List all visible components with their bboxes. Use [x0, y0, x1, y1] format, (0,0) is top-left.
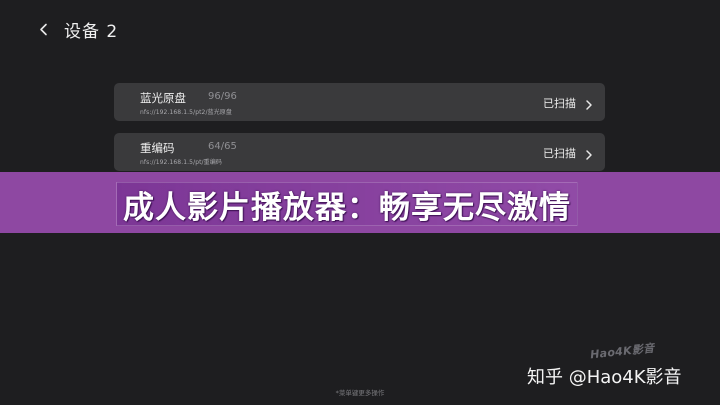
source-item-bluray[interactable]: 蓝光原盘 96/96 nfs://192.168.1.5/pt2/蓝光原盘 已扫… [114, 83, 605, 121]
chevron-left-icon[interactable] [36, 22, 50, 36]
chevron-right-icon [584, 96, 594, 110]
scan-status: 已扫描 [543, 97, 576, 110]
footer-hint: *菜单键更多操作 [335, 389, 385, 397]
source-count: 96/96 [208, 91, 237, 102]
scan-status: 已扫描 [543, 147, 576, 160]
source-count: 64/65 [208, 141, 237, 152]
source-item-reencode[interactable]: 重编码 64/65 nfs://192.168.1.5/pt/重编码 已扫描 [114, 133, 605, 171]
source-path: nfs://192.168.1.5/pt2/蓝光原盘 [140, 109, 232, 116]
watermark-logo: Hao4K影音 [589, 341, 656, 362]
source-name: 重编码 [140, 141, 175, 155]
source-name: 蓝光原盘 [140, 91, 186, 105]
screen: 设备 2 蓝光原盘 96/96 nfs://192.168.1.5/pt2/蓝光… [0, 0, 720, 405]
page-title: 设备 2 [64, 21, 119, 42]
watermark-credit: 知乎 @Hao4K影音 [527, 367, 682, 388]
header: 设备 2 [36, 16, 118, 42]
promo-banner-text: 成人影片播放器：畅享无尽激情 [116, 182, 578, 226]
source-path: nfs://192.168.1.5/pt/重编码 [140, 159, 222, 166]
chevron-right-icon [584, 146, 594, 160]
